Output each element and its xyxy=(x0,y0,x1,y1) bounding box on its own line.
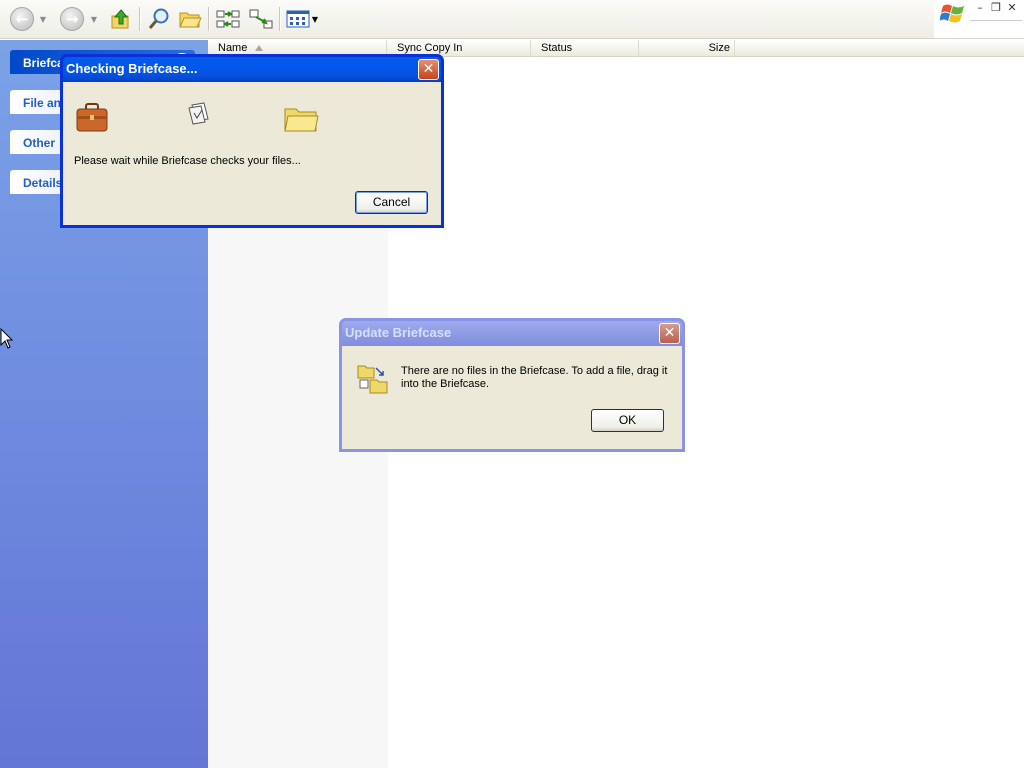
column-label: Size xyxy=(708,42,730,54)
task-header-label: Details xyxy=(23,176,63,190)
back-button[interactable]: ← xyxy=(8,5,36,33)
forward-dropdown[interactable]: ▼ xyxy=(89,5,99,33)
column-header-empty xyxy=(735,40,1024,57)
windows-logo-icon xyxy=(940,4,964,23)
minimize-button[interactable]: – xyxy=(972,2,988,16)
cancel-button[interactable]: Cancel xyxy=(355,191,428,214)
views-button[interactable]: ▼ xyxy=(284,5,320,33)
up-button[interactable] xyxy=(108,5,134,33)
views-icon xyxy=(286,10,310,28)
column-header-size[interactable]: Size xyxy=(639,40,735,57)
dialog-body: There are no files in the Briefcase. To … xyxy=(342,346,682,449)
close-window-button[interactable]: ✕ xyxy=(1004,2,1020,16)
update-briefcase-dialog: Update Briefcase ✕ There are no files in… xyxy=(339,318,685,452)
document-flying-icon xyxy=(188,102,209,125)
back-dropdown[interactable]: ▼ xyxy=(38,5,48,33)
mouse-cursor-icon xyxy=(0,328,14,349)
search-button[interactable] xyxy=(145,5,173,33)
forward-icon: → xyxy=(60,7,84,31)
folders-icon xyxy=(179,12,202,28)
toolbar-separator xyxy=(279,7,280,31)
toolbar: ← ▼ → ▼ ▼ xyxy=(0,0,934,39)
close-button[interactable]: ✕ xyxy=(418,59,439,80)
task-header-label: File an xyxy=(23,96,62,110)
dialog-message: Please wait while Briefcase checks your … xyxy=(74,155,301,167)
brand-area: – ❐ ✕ xyxy=(934,0,1024,39)
message-line-2: into the Briefcase. xyxy=(401,378,490,390)
sort-ascending-icon xyxy=(255,45,264,51)
task-header-label: Briefca xyxy=(23,56,64,70)
briefcase-folders-icon xyxy=(357,365,388,394)
briefcase-icon xyxy=(76,103,108,132)
update-selection-button[interactable] xyxy=(247,5,275,33)
dialog-title: Checking Briefcase... xyxy=(63,57,441,82)
close-button[interactable]: ✕ xyxy=(659,323,680,344)
folder-icon xyxy=(284,108,319,132)
update-all-icon xyxy=(216,10,240,28)
column-label: Name xyxy=(218,42,248,54)
column-label: Status xyxy=(541,42,573,54)
update-all-button[interactable] xyxy=(214,5,242,33)
menu-line xyxy=(970,20,1022,23)
task-header-label: Other xyxy=(23,136,56,150)
up-folder-icon xyxy=(111,9,129,29)
column-header-status[interactable]: Status xyxy=(531,40,639,57)
views-dropdown-icon: ▼ xyxy=(311,14,319,24)
dialog-body: Please wait while Briefcase checks your … xyxy=(63,82,441,225)
restore-button[interactable]: ❐ xyxy=(988,2,1004,16)
back-icon: ← xyxy=(10,7,34,31)
ok-button[interactable]: OK xyxy=(591,409,664,432)
toolbar-separator xyxy=(139,7,140,31)
folders-button[interactable] xyxy=(176,5,204,33)
checking-briefcase-dialog: Checking Briefcase... ✕ Please wait whil… xyxy=(60,54,444,228)
search-icon xyxy=(148,8,169,29)
dialog-message: There are no files in the Briefcase. To … xyxy=(401,365,667,391)
dialog-title: Update Briefcase xyxy=(342,321,682,346)
column-label: Sync Copy In xyxy=(397,42,463,54)
toolbar-separator xyxy=(208,7,209,31)
update-selection-icon xyxy=(249,9,273,29)
message-line-1: There are no files in the Briefcase. To … xyxy=(401,365,668,377)
forward-button[interactable]: → xyxy=(58,5,86,33)
